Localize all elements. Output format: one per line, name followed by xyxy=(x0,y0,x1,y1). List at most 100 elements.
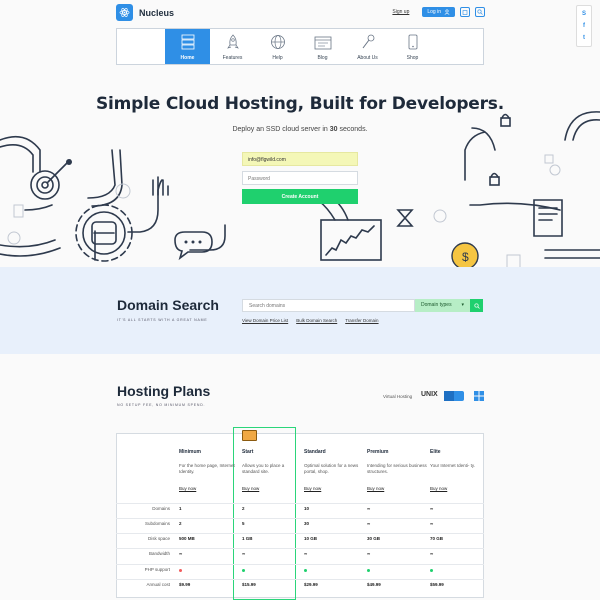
table-cell: ∞ xyxy=(430,506,434,511)
hero-title: Simple Cloud Hosting, Built for Develope… xyxy=(96,94,504,114)
bag-icon xyxy=(462,10,468,15)
row-label: Annual cost xyxy=(146,582,170,587)
plan-column: Standard Optimal solution for a news port… xyxy=(304,449,364,491)
table-cell: $9.99 xyxy=(179,582,191,587)
domain-type-value: Domain types xyxy=(421,302,452,308)
table-row-divider xyxy=(116,533,484,534)
svg-text:$: $ xyxy=(462,250,469,264)
facebook-icon[interactable]: f xyxy=(583,23,585,29)
virtual-hosting-label: Virtual Hosting xyxy=(383,394,413,399)
bulk-search-link[interactable]: Bulk Domain Search xyxy=(296,318,337,323)
plan-description: Optimal solution for a news portal, shop… xyxy=(304,463,359,474)
table-cell: ∞ xyxy=(179,551,183,556)
table-cell: 10 xyxy=(304,506,310,511)
plan-name: Premium xyxy=(367,449,389,455)
row-label: Domains xyxy=(152,506,170,511)
login-label: Log in xyxy=(427,9,441,15)
table-row-divider xyxy=(116,564,484,565)
nav-label: Shop xyxy=(406,55,419,61)
table-cell: 2 xyxy=(242,506,245,511)
table-cell: 70 GB xyxy=(430,536,444,541)
search-button[interactable] xyxy=(475,7,485,17)
table-cell: 1 xyxy=(179,506,182,511)
table-cell: ∞ xyxy=(242,551,246,556)
plan-name: Elite xyxy=(430,449,441,455)
create-account-button[interactable]: Create Account xyxy=(242,189,358,204)
microphone-icon xyxy=(362,34,374,49)
domain-search-subtitle: IT'S ALL STARTS WITH A GREAT NAME xyxy=(117,318,208,322)
cart-button[interactable] xyxy=(460,7,470,17)
table-cell: 30 xyxy=(304,521,310,526)
os-toggle[interactable] xyxy=(444,391,464,401)
available-dot xyxy=(430,569,433,572)
table-cell: ∞ xyxy=(367,521,371,526)
logo[interactable]: Nucleus xyxy=(116,4,174,21)
browser-icon xyxy=(314,36,331,50)
hosting-plans-title: Hosting Plans xyxy=(117,383,211,399)
logo-text: Nucleus xyxy=(139,7,175,18)
table-row-divider xyxy=(116,548,484,549)
nav-item-about[interactable]: About Us xyxy=(345,29,390,64)
buy-now-link[interactable]: Buy now xyxy=(430,486,447,491)
row-label: Disk space xyxy=(147,536,170,541)
nav-label: Home xyxy=(180,55,195,61)
plan-name: Standard xyxy=(304,449,326,455)
nav-item-home[interactable]: Home xyxy=(165,29,210,64)
plan-column: Premium Intending for serious business st… xyxy=(367,449,427,491)
table-row-divider xyxy=(116,579,484,580)
buy-now-link[interactable]: Buy now xyxy=(179,486,196,491)
nav-item-shop[interactable]: Shop xyxy=(390,29,435,64)
login-button[interactable]: Log in xyxy=(422,7,455,17)
globe-icon xyxy=(270,35,285,49)
price-list-link[interactable]: View Domain Price List xyxy=(242,318,288,323)
buy-now-link[interactable]: Buy now xyxy=(367,486,384,491)
twitter-icon[interactable]: t xyxy=(583,35,585,41)
social-bar: S f t xyxy=(576,5,592,47)
hero-subtitle-text-end: seconds. xyxy=(337,126,368,133)
table-cell: ∞ xyxy=(367,551,371,556)
nav-item-features[interactable]: Features xyxy=(210,29,255,64)
table-cell: 500 MB xyxy=(179,536,195,541)
atom-icon xyxy=(116,4,133,21)
domain-search-button[interactable] xyxy=(470,299,483,312)
domain-type-select[interactable]: Domain types ▾ xyxy=(415,299,470,312)
plan-column: Start Allows you to place a standard site… xyxy=(242,449,302,491)
chevron-down-icon: ▾ xyxy=(461,302,464,308)
table-row-divider xyxy=(116,503,484,504)
row-label: PHP support xyxy=(144,567,170,572)
transfer-domain-link[interactable]: Transfer Domain xyxy=(345,318,378,323)
signup-link[interactable]: Sign up xyxy=(392,9,409,15)
buy-now-link[interactable]: Buy now xyxy=(304,486,321,491)
domain-search-input[interactable]: Search domains xyxy=(242,299,415,312)
table-cell: ∞ xyxy=(304,551,308,556)
nav-label: About Us xyxy=(357,55,378,61)
rocket-icon xyxy=(226,34,239,49)
table-cell: 2 xyxy=(179,521,182,526)
available-dot xyxy=(367,569,370,572)
phone-icon xyxy=(408,34,417,50)
table-cell: $15.99 xyxy=(242,582,256,587)
table-cell: 10 GB xyxy=(304,536,318,541)
table-cell: ∞ xyxy=(430,551,434,556)
plan-column: Elite Your Internet Identi- ty. Buy now xyxy=(430,449,490,491)
nav-item-help[interactable]: Help xyxy=(255,29,300,64)
buy-now-link[interactable]: Buy now xyxy=(242,486,259,491)
unix-label[interactable]: UNIX xyxy=(421,391,438,398)
skype-icon[interactable]: S xyxy=(582,11,586,17)
nav-item-blog[interactable]: Blog xyxy=(300,29,345,64)
plan-description: Your Internet Identi- ty. xyxy=(430,463,476,468)
nav-label: Features xyxy=(222,55,243,61)
plan-description: For the home page, Internet Identity. xyxy=(179,463,235,474)
hero-subtitle: Deploy an SSD cloud server in 30 seconds… xyxy=(0,126,600,133)
table-cell: 30 GB xyxy=(367,536,381,541)
search-icon xyxy=(473,302,480,309)
password-field[interactable]: Password xyxy=(242,171,358,185)
windows-icon[interactable] xyxy=(474,391,484,401)
domain-search-title: Domain Search xyxy=(117,297,219,313)
plan-description: Intending for serious business structure… xyxy=(367,463,427,474)
table-cell: $29.99 xyxy=(304,582,318,587)
email-field[interactable]: info@flgwild.com xyxy=(242,152,358,166)
plan-name: Minimum xyxy=(179,449,201,455)
table-cell: 5 xyxy=(242,521,245,526)
search-icon xyxy=(477,9,483,15)
